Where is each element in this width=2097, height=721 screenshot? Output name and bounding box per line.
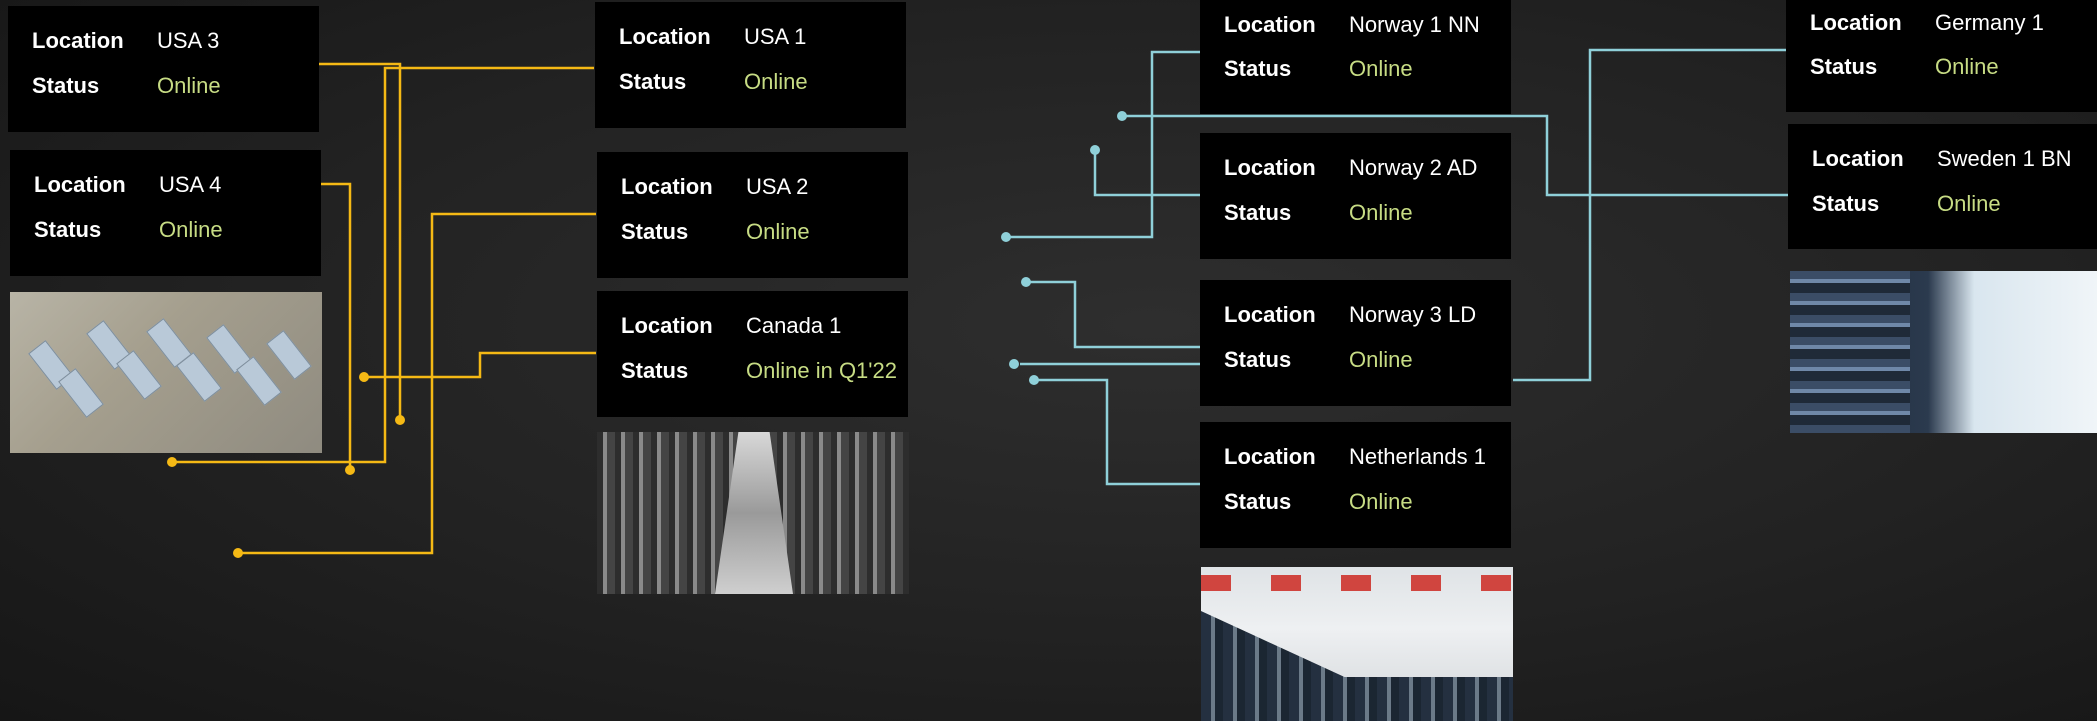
location-value: Norway 2 AD [1349,155,1478,180]
location-label: Location [619,24,711,49]
status-value: Online [1349,489,1413,514]
site-card-germany1: Location Germany 1 Status Online [1786,0,2097,112]
site-marker-norway1 [1001,232,1011,242]
site-card-sweden1: Location Sweden 1 BN Status Online [1788,124,2097,249]
status-label: Status [32,73,100,98]
site-marker-usa2 [233,548,243,558]
status-label: Status [1224,489,1292,514]
status-label: Status [34,217,102,242]
site-marker-sweden1 [1117,111,1127,121]
connector-germany1 [1513,48,1786,382]
status-value: Online in Q1'22 [746,358,897,383]
location-value: Netherlands 1 [1349,444,1486,469]
location-label: Location [1812,146,1904,171]
status-label: Status [619,69,687,94]
location-label: Location [621,174,713,199]
connector-usa4 [321,182,352,470]
site-marker-usa3 [395,415,405,425]
location-label: Location [1224,12,1316,37]
location-value: USA 1 [744,24,807,49]
site-card-usa4: Location USA 4 Status Online [10,150,321,276]
location-label: Location [1810,10,1902,35]
site-card-canada1: Location Canada 1 Status Online in Q1'22 [597,291,908,417]
location-value: USA 3 [157,28,220,53]
connector-norway3 [1026,280,1200,349]
status-value: Online [1349,347,1413,372]
status-value: Online [157,73,221,98]
location-label: Location [1224,444,1316,469]
site-marker-germany1 [1009,359,1019,369]
site-marker-norway2 [1090,145,1100,155]
status-label: Status [621,219,689,244]
site-card-norway1: Location Norway 1 NN Status Online [1200,0,1511,114]
connector-netherlands1 [1034,378,1200,486]
location-value: Germany 1 [1935,10,2044,35]
datacenter-map: Location USA 3 Status Online Location USA 4… [0,0,2097,721]
status-label: Status [1224,347,1292,372]
location-label: Location [1224,155,1316,180]
location-label: Location [621,313,713,338]
location-label: Location [34,172,126,197]
status-label: Status [1812,191,1880,216]
location-label: Location [32,28,124,53]
location-value: Canada 1 [746,313,842,338]
status-label: Status [1224,56,1292,81]
site-card-norway3: Location Norway 3 LD Status Online [1200,280,1511,406]
status-value: Online [746,219,810,244]
canada-site-photo [597,432,909,594]
location-value: Norway 3 LD [1349,302,1477,327]
location-value: Norway 1 NN [1349,12,1480,37]
site-marker-norway3 [1021,277,1031,287]
location-value: USA 4 [159,172,222,197]
usa4-site-photo [10,292,322,453]
site-card-usa1: Location USA 1 Status Online [595,2,906,128]
status-value: Online [1935,54,1999,79]
netherlands-site-photo [1201,567,1513,721]
site-marker-usa1 [167,457,177,467]
connector-usa3 [319,62,402,420]
status-value: Online [1349,200,1413,225]
sweden-site-photo [1790,271,2097,433]
site-card-usa2: Location USA 2 Status Online [597,152,908,278]
status-value: Online [159,217,223,242]
location-label: Location [1224,302,1316,327]
status-value: Online [1349,56,1413,81]
site-marker-canada1 [359,372,369,382]
connector-norway2 [1093,150,1200,197]
site-card-norway2: Location Norway 2 AD Status Online [1200,133,1511,259]
site-marker-usa4 [345,465,355,475]
connector-norway1 [1006,50,1200,239]
status-value: Online [744,69,808,94]
status-label: Status [1224,200,1292,225]
site-card-usa3: Location USA 3 Status Online [8,6,319,132]
status-value: Online [1937,191,2001,216]
status-label: Status [621,358,689,383]
location-value: Sweden 1 BN [1937,146,2072,171]
location-value: USA 2 [746,174,809,199]
status-label: Status [1810,54,1878,79]
site-marker-netherlands1 [1029,375,1039,385]
site-card-netherlands1: Location Netherlands 1 Status Online [1200,422,1511,548]
